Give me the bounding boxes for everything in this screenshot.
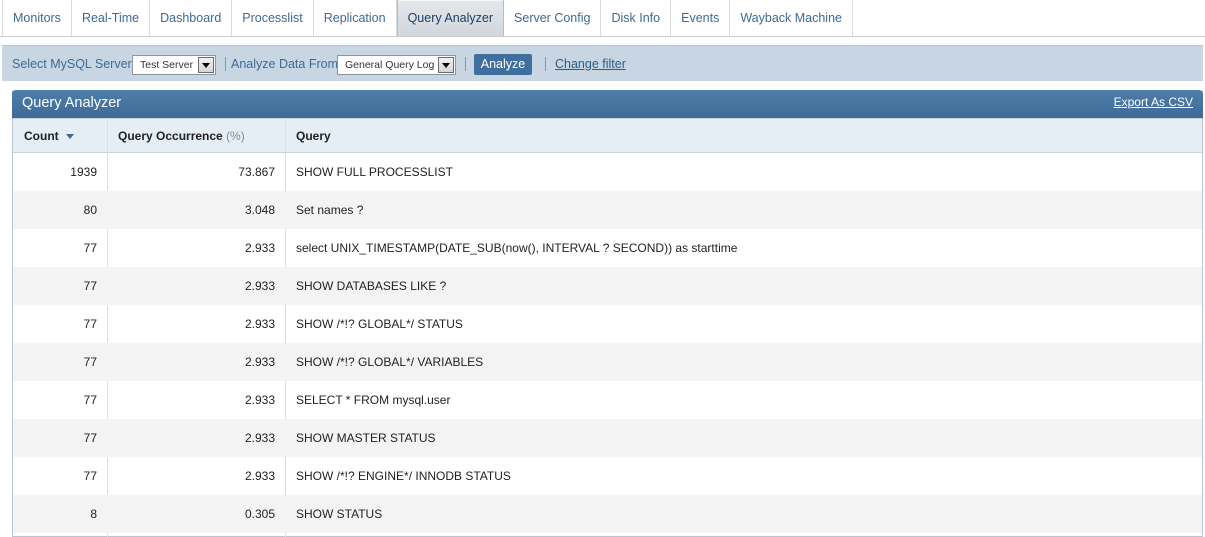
count-cell: 77: [83, 393, 97, 407]
tab-processlist[interactable]: Processlist: [232, 0, 314, 36]
table-row[interactable]: 77 2.933 SHOW /*!? ENGINE*/ INNODB STATUS: [13, 457, 1202, 495]
table-row[interactable]: 77 2.933 select UNIX_TIMESTAMP(DATE_SUB(no…: [13, 229, 1202, 267]
panel-title: Query Analyzer: [22, 95, 122, 111]
count-cell: 77: [83, 317, 97, 331]
chevron-down-icon[interactable]: [438, 57, 454, 73]
occurrence-cell: 2.933: [244, 355, 275, 369]
count-cell: 8: [90, 507, 97, 521]
tab-wayback-machine[interactable]: Wayback Machine: [730, 0, 853, 36]
occurrence-cell: 2.933: [244, 393, 275, 407]
count-cell: 77: [83, 469, 97, 483]
table-row[interactable]: 77 2.933 SHOW /*!? GLOBAL*/ STATUS: [13, 305, 1202, 343]
occurrence-cell: 73.867: [238, 165, 275, 179]
source-select-value: General Query Log: [345, 59, 435, 71]
filter-bar: Select MySQL Server Test Server Analyze …: [2, 45, 1203, 81]
column-header-count-label: Count: [24, 129, 59, 143]
query-cell: SHOW STATUS: [296, 507, 383, 521]
column-header-count[interactable]: Count: [24, 119, 74, 153]
server-select[interactable]: Test Server: [132, 55, 216, 75]
query-cell: SHOW MASTER STATUS: [296, 431, 436, 445]
filter-divider: [545, 57, 546, 71]
occurrence-cell: 2.933: [244, 279, 275, 293]
source-select[interactable]: General Query Log: [337, 55, 456, 75]
main-nav: Monitors Real-Time Dashboard Processlist Rep…: [0, 0, 1205, 37]
tab-query-analyzer[interactable]: Query Analyzer: [396, 0, 505, 36]
export-csv-link[interactable]: Export As CSV: [1114, 90, 1193, 115]
query-analyzer-panel: Query Analyzer Export As CSV Count Query…: [12, 90, 1203, 537]
query-cell: select UNIX_TIMESTAMP(DATE_SUB(now(), IN…: [296, 241, 738, 255]
table-row[interactable]: 77 2.933 SHOW DATABASES LIKE ?: [13, 267, 1202, 305]
panel-header: Query Analyzer Export As CSV: [12, 90, 1203, 118]
column-header-occurrence-unit: (%): [226, 129, 245, 143]
server-select-label: Select MySQL Server: [12, 57, 132, 71]
tab-disk-info[interactable]: Disk Info: [601, 0, 672, 36]
count-cell: 77: [83, 355, 97, 369]
table-row[interactable]: 77 2.933 SELECT * FROM mysql.user: [13, 381, 1202, 419]
tab-server-config[interactable]: Server Config: [504, 0, 602, 36]
query-cell: SHOW FULL PROCESSLIST: [296, 165, 453, 179]
server-select-value: Test Server: [140, 59, 194, 71]
source-select-label: Analyze Data From: [231, 57, 338, 71]
table-row[interactable]: 1939 73.867 SHOW FULL PROCESSLIST: [13, 153, 1202, 191]
count-cell: 77: [83, 431, 97, 445]
tab-monitors[interactable]: Monitors: [3, 0, 72, 36]
tab-dashboard[interactable]: Dashboard: [150, 0, 233, 36]
count-cell: 77: [83, 279, 97, 293]
occurrence-cell: 0.305: [244, 507, 275, 521]
filter-divider: [225, 57, 226, 71]
tab-real-time[interactable]: Real-Time: [71, 0, 151, 36]
occurrence-cell: 2.933: [244, 469, 275, 483]
table-header: Count Query Occurrence (%) Query: [13, 118, 1202, 153]
query-cell: SHOW /*!? ENGINE*/ INNODB STATUS: [296, 469, 511, 483]
column-header-occurrence[interactable]: Query Occurrence (%): [118, 119, 245, 153]
query-cell: SHOW DATABASES LIKE ?: [296, 279, 447, 293]
change-filter-link[interactable]: Change filter: [555, 46, 626, 82]
table-row[interactable]: 77 2.933 SHOW /*!? GLOBAL*/ VARIABLES: [13, 343, 1202, 381]
filter-divider: [465, 57, 466, 71]
tab-list: Monitors Real-Time Dashboard Processlist Rep…: [2, 0, 853, 36]
table-row[interactable]: 80 3.048 Set names ?: [13, 191, 1202, 229]
chevron-down-icon[interactable]: [198, 57, 214, 73]
column-header-query[interactable]: Query: [296, 119, 331, 153]
occurrence-cell: 3.048: [244, 203, 275, 217]
occurrence-cell: 2.933: [244, 317, 275, 331]
table-row[interactable]: 77 2.933 SHOW MASTER STATUS: [13, 419, 1202, 457]
count-cell: 1939: [70, 165, 97, 179]
tab-replication[interactable]: Replication: [313, 0, 397, 36]
tab-events[interactable]: Events: [671, 0, 731, 36]
query-cell: Set names ?: [296, 203, 364, 217]
occurrence-cell: 2.933: [244, 241, 275, 255]
table-body: 1939 73.867 SHOW FULL PROCESSLIST 80 3.048 Se…: [13, 153, 1202, 533]
column-header-occurrence-label: Query Occurrence: [118, 129, 223, 143]
query-cell: SELECT * FROM mysql.user: [296, 393, 451, 407]
occurrence-cell: 2.933: [244, 431, 275, 445]
query-cell: SHOW /*!? GLOBAL*/ VARIABLES: [296, 355, 484, 369]
query-cell: SHOW /*!? GLOBAL*/ STATUS: [296, 317, 463, 331]
count-cell: 80: [83, 203, 97, 217]
count-cell: 77: [83, 241, 97, 255]
analyze-button[interactable]: Analyze: [474, 54, 532, 75]
sort-descending-icon[interactable]: [65, 134, 74, 140]
table-row[interactable]: 8 0.305 SHOW STATUS: [13, 495, 1202, 533]
